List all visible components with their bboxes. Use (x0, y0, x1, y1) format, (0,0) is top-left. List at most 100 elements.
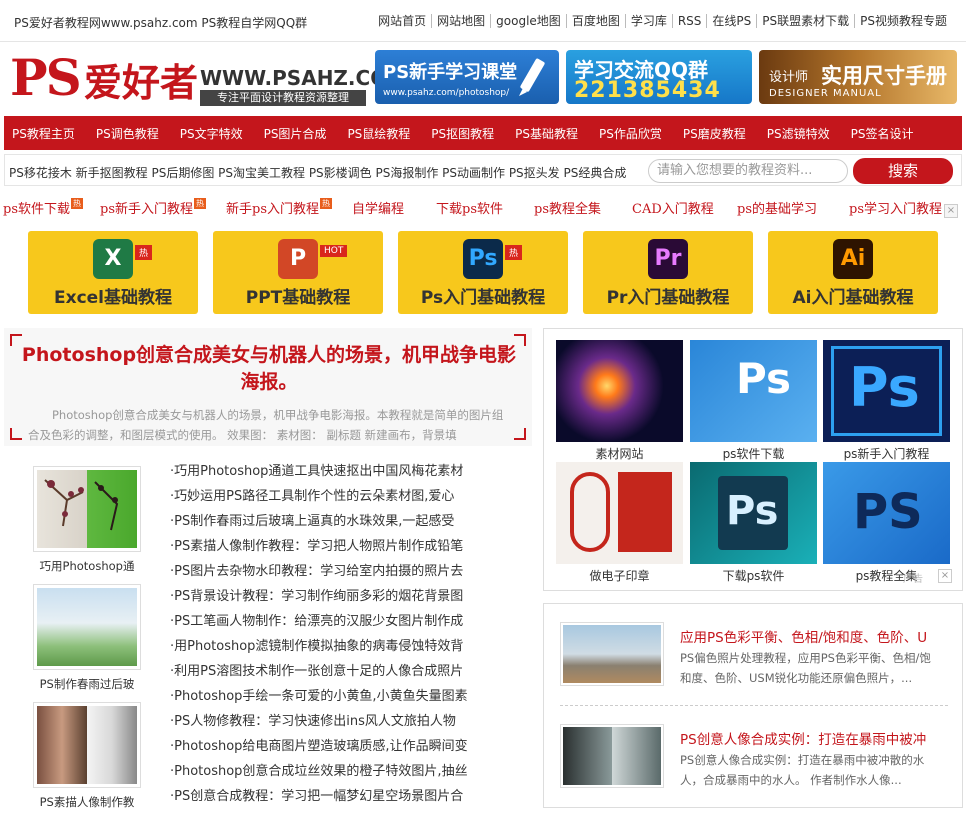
list-item[interactable]: ·PS人物修教程：学习快速修出ins风人文旅拍人物 (170, 712, 492, 737)
hot-link[interactable]: 自学编程 (352, 198, 404, 217)
article-description: PS创意人像合成实例：打造在暴雨中被冲散的水人，合成暴雨中的水人。 作者制作水人… (680, 753, 925, 787)
featured-description: Photoshop创意合成美女与机器人的场景，机甲战争电影海报。本教程就是简单的… (28, 408, 504, 442)
course-tile-excel[interactable]: X 热 Excel基础教程 (28, 231, 198, 314)
course-tile-premiere[interactable]: Pr Pr入门基础教程 (583, 231, 753, 314)
list-item[interactable]: ·Photoshop创意合成垃丝效果的橙子特效图片,抽丝 (170, 762, 492, 787)
grid-caption: 素材网站 (595, 447, 644, 461)
close-icon[interactable]: × (938, 569, 952, 583)
list-item[interactable]: ·PS工笔画人物制作：给漂亮的汉服少女图片制作成 (170, 612, 492, 637)
hot-badge: 热 (71, 198, 83, 209)
nav-item-filters[interactable]: PS滤镜特效 (767, 125, 830, 142)
featured-title[interactable]: Photoshop创意合成美女与机器人的场景，机甲战争电影海报。 (14, 342, 524, 396)
banner-beginner-class[interactable]: PS新手学习课堂 www.psahz.com/photoshop/ (375, 50, 559, 104)
list-item[interactable]: ·用Photoshop滤镜制作模拟抽象的病毒侵蚀特效背 (170, 637, 492, 662)
grid-card-materials[interactable]: 素材网站 (556, 340, 683, 462)
hot-link[interactable]: 下载ps软件 (436, 198, 503, 217)
list-item[interactable]: ·PS创意合成教程：学习把一幅梦幻星空场景图片合 (170, 787, 492, 812)
top-link-sitemap[interactable]: 网站地图 (431, 14, 490, 28)
top-link-library[interactable]: 学习库 (624, 14, 672, 28)
search-input[interactable]: 请输入您想要的教程资料... (648, 159, 848, 183)
top-link-baidu-map[interactable]: 百度地图 (565, 14, 625, 28)
top-link-google-map[interactable]: google地图 (490, 14, 566, 28)
course-tile-label: Pr入门基础教程 (606, 288, 730, 308)
grid-card-beginner[interactable]: Ps ps新手入门教程 (823, 340, 950, 462)
site-title-link[interactable]: PS爱好者教程网www.psahz.com PS教程自学网QQ群 (14, 14, 307, 31)
list-item[interactable]: ·PS背景设计教程：学习制作绚丽多彩的烟花背景图 (170, 587, 492, 612)
nav-item-showcase[interactable]: PS作品欣赏 (599, 125, 662, 142)
nav-item-home[interactable]: PS教程主页 (12, 125, 75, 142)
tag-links[interactable]: PS移花接木 新手抠图教程 PS后期修图 PS淘宝美工教程 PS影楼调色 PS海… (9, 164, 626, 181)
nav-item-compositing[interactable]: PS图片合成 (264, 125, 327, 142)
list-item[interactable]: ·Photoshop手绘一条可爱的小黄鱼,小黄鱼失量图素 (170, 687, 492, 712)
nav-item-drawing[interactable]: PS鼠绘教程 (347, 125, 410, 142)
nav-item-skin-retouch[interactable]: PS磨皮教程 (683, 125, 746, 142)
grid-image: Ps (690, 462, 817, 564)
hot-link[interactable]: ps学习入门教程 (849, 198, 942, 217)
article-thumbnail (560, 724, 664, 788)
nav-item-basics[interactable]: PS基础教程 (515, 125, 578, 142)
list-item[interactable]: ·PS制作春雨过后玻璃上逼真的水珠效果,一起感受 (170, 512, 492, 537)
grid-image: Ps (690, 340, 817, 442)
banner-designer-manual[interactable]: 设计师 实用尺寸手册 DESIGNER MANUAL (759, 50, 957, 104)
list-item[interactable]: ·PS素描人像制作教程：学习把人物照片制作成铅笔 (170, 537, 492, 562)
close-icon[interactable]: × (944, 204, 958, 218)
article-list: ·巧用Photoshop通道工具快速抠出中国风梅花素材 ·巧妙运用PS路径工具制… (170, 462, 492, 812)
course-tile-ppt[interactable]: P HOT PPT基础教程 (213, 231, 383, 314)
banner-qq-group[interactable]: 学习交流QQ群 221385434 (566, 50, 752, 104)
article-title[interactable]: 应用PS色彩平衡、色相/饱和度、色阶、U (680, 626, 942, 646)
search-button[interactable]: 搜索 (853, 158, 953, 184)
article-description: PS偏色照片处理教程，应用PS色彩平衡、色相/饱和度、色阶、USM锐化功能还原偏… (680, 651, 931, 685)
top-link-online-ps[interactable]: 在线PS (706, 14, 756, 28)
hot-badge: 热 (320, 198, 332, 209)
course-tile-illustrator[interactable]: Ai Ai入门基础教程 (768, 231, 938, 314)
thumb-caption: 巧用Photoshop通 (39, 559, 135, 573)
corner-decoration (10, 428, 22, 440)
hot-link[interactable]: ps软件下载热 (3, 198, 83, 217)
top-link-video-tutorials[interactable]: PS视频教程专题 (854, 14, 952, 28)
list-item[interactable]: ·巧用Photoshop通道工具快速抠出中国风梅花素材 (170, 462, 492, 487)
hot-link[interactable]: ps教程全集 (534, 198, 601, 217)
thumb-caption: PS素描人像制作教 (39, 795, 135, 809)
list-item[interactable]: ·利用PS溶图技术制作一张创意十足的人像合成照片 (170, 662, 492, 687)
article-title[interactable]: PS创意人像合成实例：打造在暴雨中被冲 (680, 728, 942, 748)
grid-caption: 做电子印章 (589, 569, 650, 583)
grid-image (556, 462, 683, 564)
corner-decoration (514, 428, 526, 440)
thumb-card[interactable]: PS素描人像制作教 (33, 702, 141, 810)
grid-card-seal[interactable]: 做电子印章 (556, 462, 683, 584)
nav-item-cutout[interactable]: PS抠图教程 (431, 125, 494, 142)
course-tile-photoshop[interactable]: Ps 热 Ps入门基础教程 (398, 231, 568, 314)
thumb-card[interactable]: PS制作春雨过后玻 (33, 584, 141, 692)
premiere-icon: Pr (648, 239, 688, 279)
course-tile-label: Ai入门基础教程 (792, 288, 914, 308)
nav-item-color[interactable]: PS调色教程 (96, 125, 159, 142)
nav-item-signature[interactable]: PS签名设计 (851, 125, 914, 142)
photoshop-icon: Ps (736, 354, 792, 403)
grid-card-download-ps[interactable]: Ps 下载ps软件 (690, 462, 817, 584)
top-links: 网站首页 网站地图 google地图 百度地图 学习库 RSS 在线PS PS联… (373, 14, 952, 28)
thumb-card[interactable]: 巧用Photoshop通 (33, 466, 141, 574)
list-item[interactable]: ·PS图片去杂物水印教程：学习给室内拍摄的照片去 (170, 562, 492, 587)
grid-caption: ps教程全集 (855, 569, 918, 583)
list-item[interactable]: ·巧妙运用PS路径工具制作个性的云朵素材图,爱心 (170, 487, 492, 512)
logo-ps[interactable]: PS (10, 48, 82, 107)
grid-card-collection[interactable]: PS ps教程全集 (823, 462, 950, 584)
hot-link[interactable]: ps新手入门教程热 (100, 198, 206, 217)
logo-slogan: 专注平面设计教程资源整理 (200, 90, 366, 106)
main-nav: PS教程主页 PS调色教程 PS文字特效 PS图片合成 PS鼠绘教程 PS抠图教… (4, 116, 962, 150)
illustrator-icon: Ai (833, 239, 873, 279)
hot-link[interactable]: ps的基础学习 (737, 198, 817, 217)
hot-link[interactable]: 新手ps入门教程热 (226, 198, 332, 217)
top-link-rss[interactable]: RSS (671, 14, 707, 28)
top-bar: PS爱好者教程网www.psahz.com PS教程自学网QQ群 网站首页 网站… (0, 0, 966, 42)
top-link-material-download[interactable]: PS联盟素材下载 (756, 14, 854, 28)
hot-link[interactable]: CAD入门教程 (632, 198, 714, 217)
grid-image: PS (823, 462, 950, 564)
logo-text[interactable]: 爱好者 (84, 52, 198, 107)
nav-item-text-effects[interactable]: PS文字特效 (180, 125, 243, 142)
grid-caption: ps新手入门教程 (843, 447, 930, 461)
list-item[interactable]: ·Photoshop给电商图片塑造玻璃质感,让作品瞬间变 (170, 737, 492, 762)
sub-nav: PS移花接木 新手抠图教程 PS后期修图 PS淘宝美工教程 PS影楼调色 PS海… (4, 154, 962, 186)
top-link-home[interactable]: 网站首页 (373, 14, 431, 28)
grid-card-ps-download[interactable]: Ps ps软件下载 (690, 340, 817, 462)
